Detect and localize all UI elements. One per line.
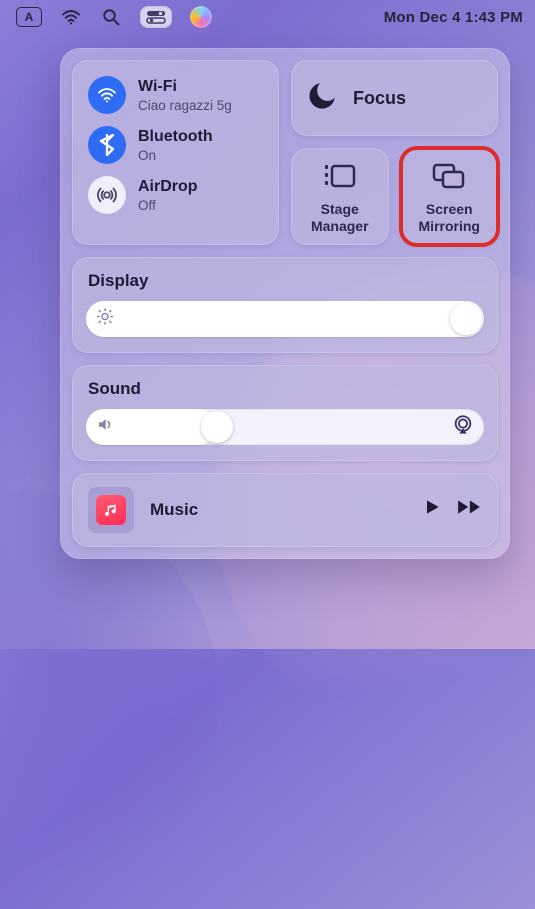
play-button[interactable] <box>422 497 442 522</box>
bluetooth-subtitle: On <box>138 148 213 163</box>
now-playing-card[interactable]: Music <box>72 473 498 547</box>
input-source-menu[interactable]: A <box>16 7 42 27</box>
spotlight-icon[interactable] <box>100 6 122 28</box>
bluetooth-title: Bluetooth <box>138 128 213 146</box>
bluetooth-toggle[interactable]: Bluetooth On <box>82 120 269 170</box>
screen-mirroring-tile[interactable]: Screen Mirroring <box>401 148 499 245</box>
airplay-audio-icon[interactable] <box>452 413 474 440</box>
music-app-icon <box>96 495 126 525</box>
screen-mirroring-label: Screen Mirroring <box>419 201 480 235</box>
control-center-menubar-icon[interactable] <box>140 6 172 28</box>
wifi-subtitle: Ciao ragazzi 5g <box>138 98 232 113</box>
input-source-label: A <box>25 10 34 24</box>
brightness-icon <box>96 307 114 330</box>
wifi-title: Wi-Fi <box>138 78 232 96</box>
moon-icon <box>305 79 339 118</box>
sound-slider[interactable] <box>86 409 484 445</box>
stage-manager-tile[interactable]: Stage Manager <box>291 148 389 245</box>
airdrop-title: AirDrop <box>138 178 198 196</box>
focus-toggle[interactable]: Focus <box>291 60 498 136</box>
airdrop-toggle[interactable]: AirDrop Off <box>82 170 269 220</box>
stage-manager-icon <box>323 162 357 195</box>
screen-mirroring-icon <box>431 162 467 195</box>
now-playing-title: Music <box>150 500 406 520</box>
stage-manager-label: Stage Manager <box>311 201 369 235</box>
airdrop-subtitle: Off <box>138 198 198 213</box>
wifi-menubar-icon[interactable] <box>60 6 82 28</box>
album-art <box>88 487 134 533</box>
display-title: Display <box>88 271 482 291</box>
control-center-panel: Wi-Fi Ciao ragazzi 5g Bluetooth On Air <box>60 48 510 559</box>
display-slider[interactable] <box>86 301 484 337</box>
volume-icon <box>96 415 114 438</box>
right-column: Focus Stage Manager Screen Mirroring <box>291 60 498 245</box>
siri-icon[interactable] <box>190 6 212 28</box>
airdrop-icon <box>88 176 126 214</box>
sound-title: Sound <box>88 379 482 399</box>
sound-section: Sound <box>72 365 498 461</box>
menubar: A Mon Dec 4 1:43 PM <box>0 0 535 34</box>
display-section: Display <box>72 257 498 353</box>
bluetooth-icon <box>88 126 126 164</box>
network-card: Wi-Fi Ciao ragazzi 5g Bluetooth On Air <box>72 60 279 245</box>
next-track-button[interactable] <box>456 497 482 522</box>
menubar-datetime[interactable]: Mon Dec 4 1:43 PM <box>384 9 523 26</box>
wifi-icon <box>88 76 126 114</box>
focus-label: Focus <box>353 88 406 109</box>
wifi-toggle[interactable]: Wi-Fi Ciao ragazzi 5g <box>82 70 269 120</box>
